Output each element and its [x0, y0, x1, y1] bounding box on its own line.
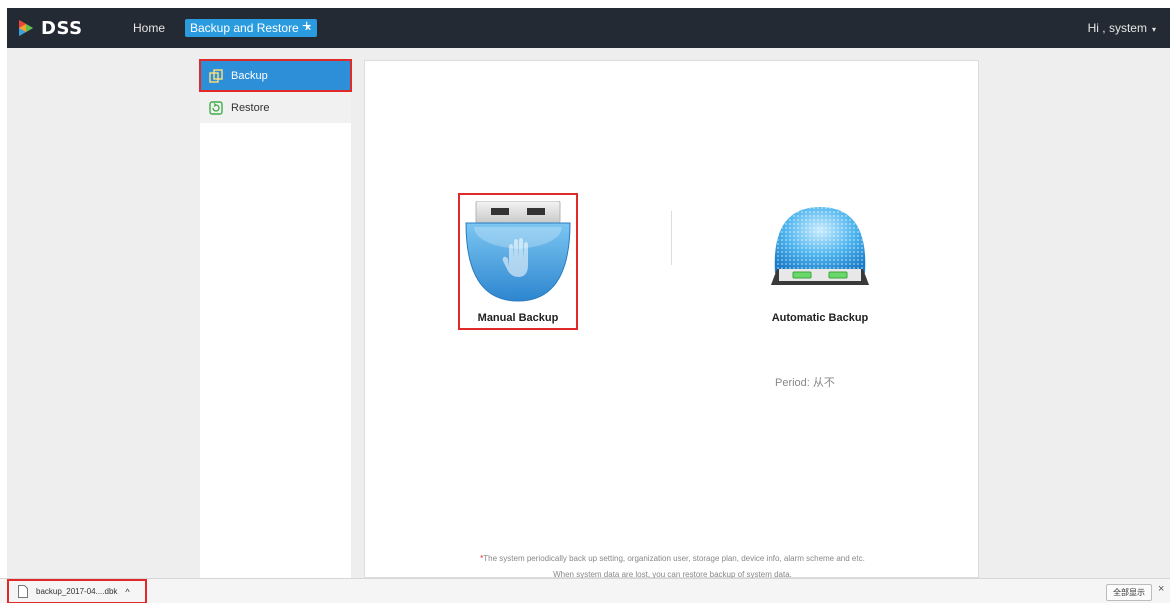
sidebar-item-backup[interactable]: Backup — [199, 59, 352, 92]
restore-icon — [209, 100, 223, 115]
tab-backup-and-restore[interactable]: Backup and Restore × — [185, 19, 318, 37]
auto-backup-dome-icon — [771, 207, 869, 285]
automatic-backup-button[interactable]: Automatic Backup — [765, 203, 875, 324]
app-name: DSS — [41, 17, 83, 39]
add-tab-button[interactable]: + — [302, 18, 311, 36]
nav-home[interactable]: Home — [133, 21, 165, 35]
dss-logo[interactable]: DSS — [17, 16, 83, 40]
tab-label: Backup and Restore — [190, 21, 299, 35]
download-filename: backup_2017-04....dbk — [36, 587, 118, 596]
usb-drive-hand-icon — [465, 201, 571, 302]
period-text: Period: 从不 — [775, 377, 835, 389]
sidebar-item-label: Restore — [231, 101, 270, 114]
sidebar: Backup Restore — [199, 59, 352, 578]
main-panel: Manual Backup Automatic Backup Period: 从… — [364, 60, 980, 579]
manual-backup-button[interactable]: Manual Backup — [458, 193, 578, 330]
download-item[interactable]: backup_2017-04....dbk ^ — [7, 579, 147, 603]
user-greeting: Hi , system — [1087, 21, 1147, 35]
file-icon — [18, 585, 28, 598]
user-menu[interactable]: Hi , system ▾ — [1088, 21, 1156, 35]
chevron-down-icon: ▾ — [1151, 25, 1156, 34]
automatic-backup-label: Automatic Backup — [771, 312, 869, 324]
close-icon[interactable]: × — [1158, 583, 1164, 595]
copy-icon — [209, 68, 223, 83]
top-bar: DSS Home Backup and Restore × + Hi , sys… — [7, 8, 1170, 48]
dss-logo-icon — [19, 20, 33, 36]
divider — [671, 211, 672, 265]
note-text-1: The system periodically back up setting,… — [483, 554, 865, 563]
show-all-button[interactable]: 全部显示 — [1106, 584, 1152, 601]
chevron-up-icon[interactable]: ^ — [125, 587, 129, 597]
download-bar: backup_2017-04....dbk ^ 全部显示 × — [0, 578, 1170, 603]
sidebar-item-restore[interactable]: Restore — [200, 92, 351, 123]
backup-note-line1: *The system periodically back up setting… — [365, 554, 980, 563]
sidebar-item-label: Backup — [231, 69, 268, 82]
manual-backup-label: Manual Backup — [477, 312, 559, 324]
